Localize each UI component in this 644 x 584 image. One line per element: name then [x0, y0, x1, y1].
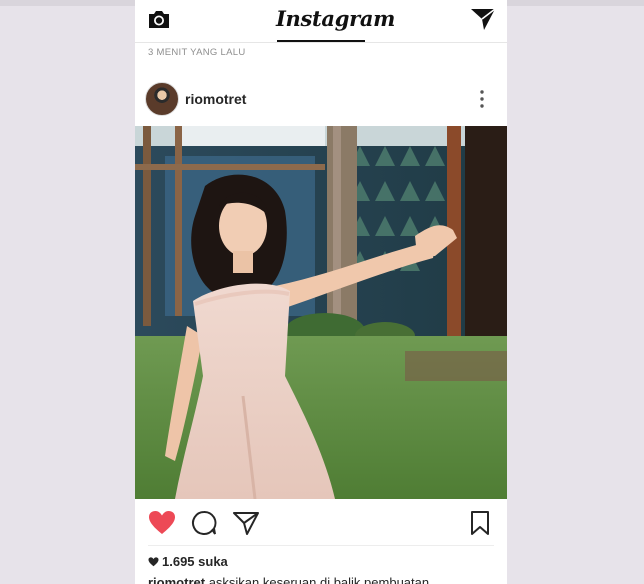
likes-text: 1.695 suka — [162, 554, 228, 569]
likes-heart-icon — [148, 557, 159, 567]
caption-username[interactable]: riomotret — [148, 575, 205, 584]
post-time: 3 MENIT YANG LALU — [148, 47, 246, 58]
top-bar: Instagram — [135, 0, 507, 42]
post-username[interactable]: riomotret — [185, 91, 246, 107]
app-logo: Instagram — [276, 6, 396, 31]
more-options-icon[interactable] — [475, 89, 489, 109]
comment-icon[interactable] — [191, 510, 217, 536]
heart-icon[interactable] — [148, 510, 176, 536]
camera-icon[interactable] — [147, 8, 171, 30]
instagram-app: Instagram 3 MENIT YANG LALU riomotret 1.… — [135, 0, 507, 584]
share-icon[interactable] — [232, 510, 260, 536]
avatar[interactable] — [145, 82, 179, 116]
post-caption: riomotret asksikan keseruan di balik pem… — [148, 575, 429, 584]
top-bar-divider — [135, 42, 507, 43]
post-actions — [135, 506, 507, 538]
likes-count[interactable]: 1.695 suka — [148, 554, 228, 569]
actions-divider — [148, 545, 494, 546]
direct-message-icon[interactable] — [470, 7, 496, 31]
post-photo[interactable] — [135, 126, 507, 499]
bookmark-icon[interactable] — [469, 510, 491, 536]
caption-text: asksikan keseruan di balik pembuatan — [208, 575, 430, 584]
